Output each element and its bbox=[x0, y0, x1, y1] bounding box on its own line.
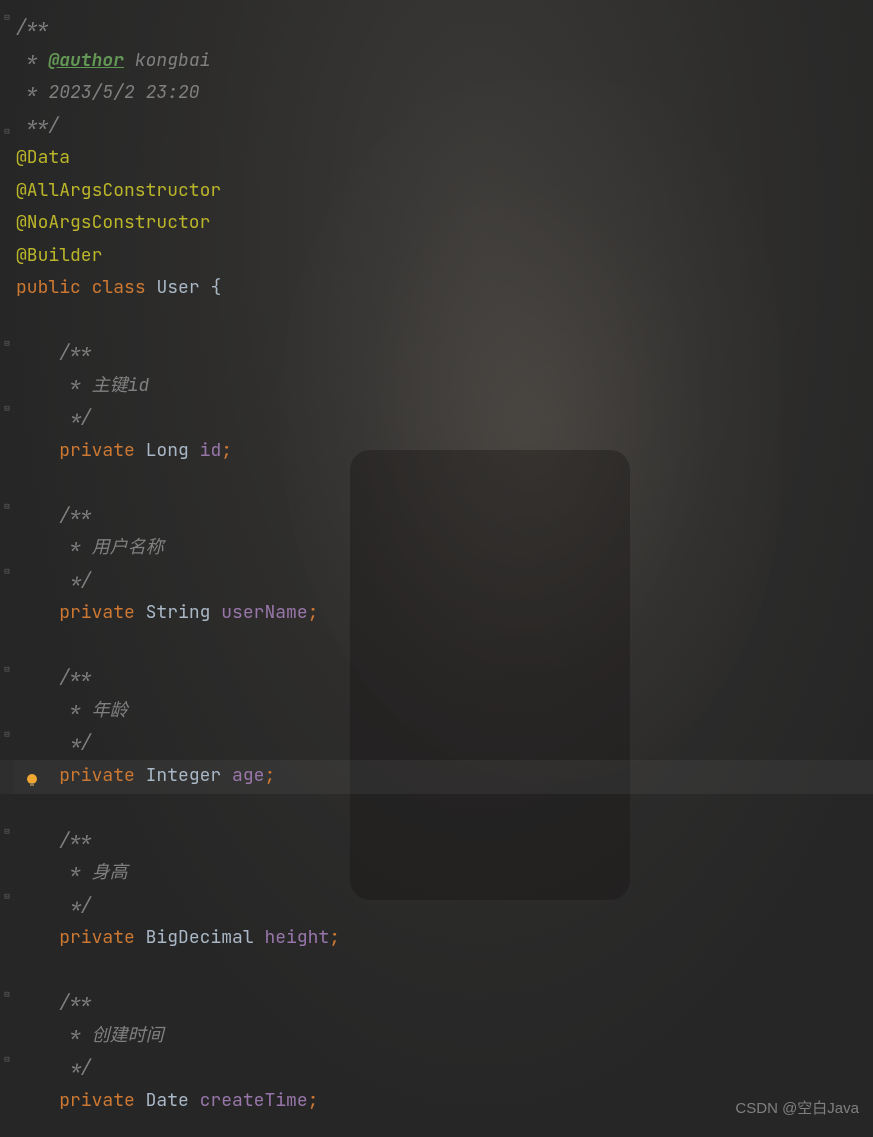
keyword-private: private bbox=[59, 926, 135, 949]
fold-marker-icon[interactable]: ⊟ bbox=[2, 731, 12, 737]
fold-marker-icon[interactable]: ⊟ bbox=[2, 828, 12, 834]
author-tag: @author bbox=[48, 49, 124, 72]
keyword-private: private bbox=[59, 1089, 135, 1112]
javadoc-open: /** bbox=[16, 16, 48, 39]
field-doc-body: * 主键id bbox=[59, 374, 149, 397]
field-doc-close: */ bbox=[59, 894, 91, 917]
semicolon: ; bbox=[308, 601, 319, 624]
keyword-private: private bbox=[59, 764, 135, 787]
field-doc-body: * 用户名称 bbox=[59, 536, 163, 559]
semicolon: ; bbox=[329, 926, 340, 949]
field-age: age bbox=[232, 764, 264, 787]
field-doc-open: /** bbox=[59, 991, 91, 1014]
field-doc-body: * 身高 bbox=[59, 861, 127, 884]
field-username: userName bbox=[221, 601, 307, 624]
fold-marker-icon[interactable]: ⊟ bbox=[2, 340, 12, 346]
field-doc-open: /** bbox=[59, 666, 91, 689]
fold-marker-icon[interactable]: ⊟ bbox=[2, 14, 12, 20]
field-doc-close: */ bbox=[59, 569, 91, 592]
field-doc-open: /** bbox=[59, 341, 91, 364]
author-name: kongbai bbox=[124, 49, 210, 72]
type-bigdecimal: BigDecimal bbox=[146, 926, 254, 949]
field-doc-open: /** bbox=[59, 504, 91, 527]
javadoc-date: * 2023/5/2 23:20 bbox=[16, 81, 200, 104]
fold-marker-icon[interactable]: ⊟ bbox=[2, 1056, 12, 1062]
field-doc-body: * 年龄 bbox=[59, 699, 127, 722]
field-doc-body: * 创建时间 bbox=[59, 1024, 163, 1047]
open-brace: { bbox=[200, 276, 222, 299]
keyword-class: class bbox=[92, 276, 146, 299]
javadoc-close: **/ bbox=[16, 114, 59, 137]
semicolon: ; bbox=[221, 439, 232, 462]
annotation-builder: @Builder bbox=[16, 244, 102, 267]
annotation-noargs: @NoArgsConstructor bbox=[16, 211, 210, 234]
javadoc-author-prefix: * bbox=[16, 49, 48, 72]
fold-marker-icon[interactable]: ⊟ bbox=[2, 666, 12, 672]
fold-marker-icon[interactable]: ⊟ bbox=[2, 893, 12, 899]
field-id: id bbox=[200, 439, 222, 462]
fold-marker-icon[interactable]: ⊟ bbox=[2, 568, 12, 574]
annotation-allargs: @AllArgsConstructor bbox=[16, 179, 221, 202]
type-string: String bbox=[146, 601, 211, 624]
editor-gutter[interactable]: ⊟ ⊟ ⊟ ⊟ ⊟ ⊟ ⊟ ⊟ ⊟ ⊟ ⊟ ⊟ bbox=[0, 0, 14, 1137]
type-long: Long bbox=[146, 439, 189, 462]
field-doc-close: */ bbox=[59, 1056, 91, 1079]
keyword-private: private bbox=[59, 439, 135, 462]
field-doc-open: /** bbox=[59, 829, 91, 852]
annotation-data: @Data bbox=[16, 146, 70, 169]
field-doc-close: */ bbox=[59, 406, 91, 429]
semicolon: ; bbox=[264, 764, 275, 787]
fold-marker-icon[interactable]: ⊟ bbox=[2, 991, 12, 997]
type-integer: Integer bbox=[146, 764, 222, 787]
class-name: User bbox=[156, 276, 199, 299]
fold-marker-icon[interactable]: ⊟ bbox=[2, 405, 12, 411]
keyword-private: private bbox=[59, 601, 135, 624]
field-doc-close: */ bbox=[59, 731, 91, 754]
intention-bulb-icon[interactable] bbox=[24, 767, 40, 783]
code-editor[interactable]: /** * @author kongbai * 2023/5/2 23:20 *… bbox=[0, 0, 873, 1117]
fold-marker-icon[interactable]: ⊟ bbox=[2, 503, 12, 509]
semicolon: ; bbox=[308, 1089, 319, 1112]
fold-marker-icon[interactable]: ⊟ bbox=[2, 128, 12, 134]
type-date: Date bbox=[146, 1089, 189, 1112]
field-height: height bbox=[264, 926, 329, 949]
keyword-public: public bbox=[16, 276, 81, 299]
field-createtime: createTime bbox=[200, 1089, 308, 1112]
watermark-text: CSDN @空白Java bbox=[735, 1093, 859, 1126]
